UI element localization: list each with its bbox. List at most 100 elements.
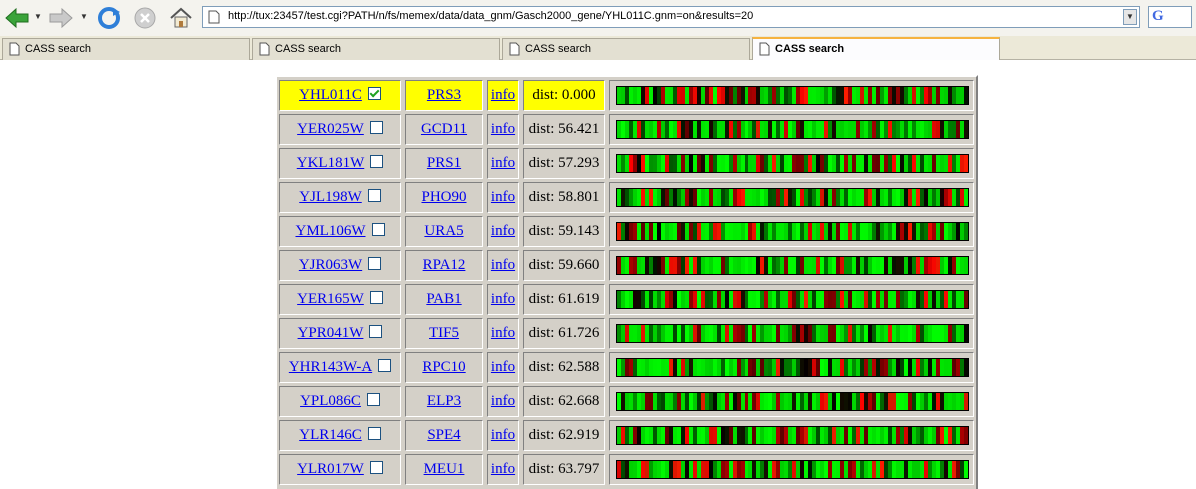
orf-link[interactable]: YER165W bbox=[297, 291, 364, 307]
tab-label: CASS search bbox=[775, 43, 845, 55]
orf-link[interactable]: YML106W bbox=[296, 223, 366, 239]
info-link[interactable]: info bbox=[491, 427, 515, 443]
home-icon[interactable] bbox=[168, 6, 194, 30]
gene-name-link[interactable]: PHO90 bbox=[421, 189, 466, 205]
orf-cell: YKL181W bbox=[279, 148, 401, 179]
select-checkbox[interactable] bbox=[369, 325, 383, 338]
expression-heatmap-bar[interactable] bbox=[616, 358, 969, 377]
select-checkbox[interactable] bbox=[367, 87, 381, 100]
expression-heatmap-bar[interactable] bbox=[616, 324, 969, 343]
gene-name-link[interactable]: SPE4 bbox=[427, 427, 460, 443]
expression-heatmap-bar[interactable] bbox=[616, 290, 969, 309]
info-link[interactable]: info bbox=[491, 291, 515, 307]
reload-icon[interactable] bbox=[96, 6, 122, 30]
info-link[interactable]: info bbox=[491, 257, 515, 273]
select-checkbox[interactable] bbox=[378, 359, 392, 372]
expression-heatmap-bar[interactable] bbox=[616, 256, 969, 275]
expression-heatmap-bar[interactable] bbox=[616, 154, 969, 173]
gene-name-link[interactable]: TIF5 bbox=[429, 325, 459, 341]
orf-link[interactable]: YER025W bbox=[297, 121, 364, 137]
address-bar[interactable]: http://tux:23457/test.cgi?PATH/n/fs/meme… bbox=[202, 6, 1140, 28]
tab-label: CASS search bbox=[25, 43, 92, 55]
expression-cell bbox=[609, 420, 974, 451]
orf-link[interactable]: YPL086C bbox=[300, 393, 361, 409]
info-link[interactable]: info bbox=[491, 359, 515, 375]
expression-heatmap-bar[interactable] bbox=[616, 222, 969, 241]
heatmap-cell bbox=[963, 223, 968, 240]
heatmap-cell bbox=[963, 87, 968, 104]
heatmap-cell bbox=[963, 393, 968, 410]
url-text[interactable]: http://tux:23457/test.cgi?PATH/n/fs/meme… bbox=[228, 10, 753, 22]
distance-cell: dist: 59.660 bbox=[523, 250, 605, 281]
info-link[interactable]: info bbox=[491, 325, 515, 341]
distance-cell: dist: 56.421 bbox=[523, 114, 605, 145]
heatmap-cell bbox=[963, 325, 968, 342]
gene-name-cell: RPA12 bbox=[405, 250, 483, 281]
distance-cell: dist: 59.143 bbox=[523, 216, 605, 247]
gene-name-link[interactable]: RPC10 bbox=[422, 359, 465, 375]
info-link[interactable]: info bbox=[491, 189, 515, 205]
back-history-dropdown-icon[interactable]: ▼ bbox=[34, 12, 42, 21]
info-link[interactable]: info bbox=[491, 393, 515, 409]
orf-link[interactable]: YJR063W bbox=[299, 257, 362, 273]
gene-name-link[interactable]: PAB1 bbox=[426, 291, 461, 307]
gene-name-link[interactable]: ELP3 bbox=[427, 393, 461, 409]
orf-link[interactable]: YPR041W bbox=[298, 325, 364, 341]
address-dropdown-icon[interactable]: ▼ bbox=[1123, 9, 1137, 25]
select-checkbox[interactable] bbox=[367, 427, 381, 440]
back-arrow-icon[interactable] bbox=[4, 6, 30, 30]
orf-link[interactable]: YHL011C bbox=[299, 87, 362, 103]
search-engine-button[interactable]: G bbox=[1148, 6, 1192, 28]
select-checkbox[interactable] bbox=[368, 257, 382, 270]
tab-cass-search-1[interactable]: CASS search bbox=[2, 38, 250, 60]
heatmap-cell bbox=[963, 155, 968, 172]
tab-cass-search-2[interactable]: CASS search bbox=[252, 38, 500, 60]
table-row: YHR143W-A RPC10 info dist: 62.588 bbox=[277, 349, 976, 383]
gene-name-link[interactable]: RPA12 bbox=[423, 257, 466, 273]
forward-arrow-icon[interactable] bbox=[48, 6, 74, 30]
gene-name-link[interactable]: URA5 bbox=[424, 223, 463, 239]
select-checkbox[interactable] bbox=[367, 189, 381, 202]
forward-history-dropdown-icon[interactable]: ▼ bbox=[80, 12, 88, 21]
expression-heatmap-bar[interactable] bbox=[616, 426, 969, 445]
tab-cass-search-3[interactable]: CASS search bbox=[502, 38, 750, 60]
orf-cell: YPR041W bbox=[279, 318, 401, 349]
expression-heatmap-bar[interactable] bbox=[616, 392, 969, 411]
expression-heatmap-bar[interactable] bbox=[616, 460, 969, 479]
tab-cass-search-4[interactable]: CASS search bbox=[752, 37, 1000, 60]
orf-cell: YJL198W bbox=[279, 182, 401, 213]
orf-link[interactable]: YKL181W bbox=[297, 155, 365, 171]
table-row: YPR041W TIF5 info dist: 61.726 bbox=[277, 315, 976, 349]
select-checkbox[interactable] bbox=[370, 155, 384, 168]
expression-heatmap-bar[interactable] bbox=[616, 120, 969, 139]
select-checkbox[interactable] bbox=[366, 393, 380, 406]
gene-name-cell: PRS1 bbox=[405, 148, 483, 179]
expression-heatmap-bar[interactable] bbox=[616, 86, 969, 105]
info-link[interactable]: info bbox=[491, 461, 515, 477]
page-icon bbox=[9, 42, 20, 56]
gene-name-cell: URA5 bbox=[405, 216, 483, 247]
page-icon bbox=[759, 42, 770, 56]
select-checkbox[interactable] bbox=[369, 461, 383, 474]
select-checkbox[interactable] bbox=[371, 223, 385, 236]
orf-link[interactable]: YLR017W bbox=[297, 461, 364, 477]
table-row: YLR017W MEU1 info dist: 63.797 bbox=[277, 451, 976, 485]
expression-heatmap-bar[interactable] bbox=[616, 188, 969, 207]
info-link[interactable]: info bbox=[491, 223, 515, 239]
orf-link[interactable]: YLR146C bbox=[299, 427, 362, 443]
table-row: YKL181W PRS1 info dist: 57.293 bbox=[277, 145, 976, 179]
stop-icon[interactable] bbox=[132, 6, 158, 30]
info-link[interactable]: info bbox=[491, 121, 515, 137]
gene-name-link[interactable]: GCD11 bbox=[421, 121, 467, 137]
gene-name-link[interactable]: PRS3 bbox=[427, 87, 461, 103]
select-checkbox[interactable] bbox=[369, 121, 383, 134]
orf-link[interactable]: YHR143W-A bbox=[289, 359, 372, 375]
orf-link[interactable]: YJL198W bbox=[299, 189, 362, 205]
gene-name-link[interactable]: MEU1 bbox=[424, 461, 465, 477]
select-checkbox[interactable] bbox=[369, 291, 383, 304]
info-link[interactable]: info bbox=[491, 155, 515, 171]
info-link[interactable]: info bbox=[491, 87, 515, 103]
info-cell: info bbox=[487, 216, 519, 247]
gene-name-link[interactable]: PRS1 bbox=[427, 155, 461, 171]
tab-label: CASS search bbox=[275, 43, 342, 55]
